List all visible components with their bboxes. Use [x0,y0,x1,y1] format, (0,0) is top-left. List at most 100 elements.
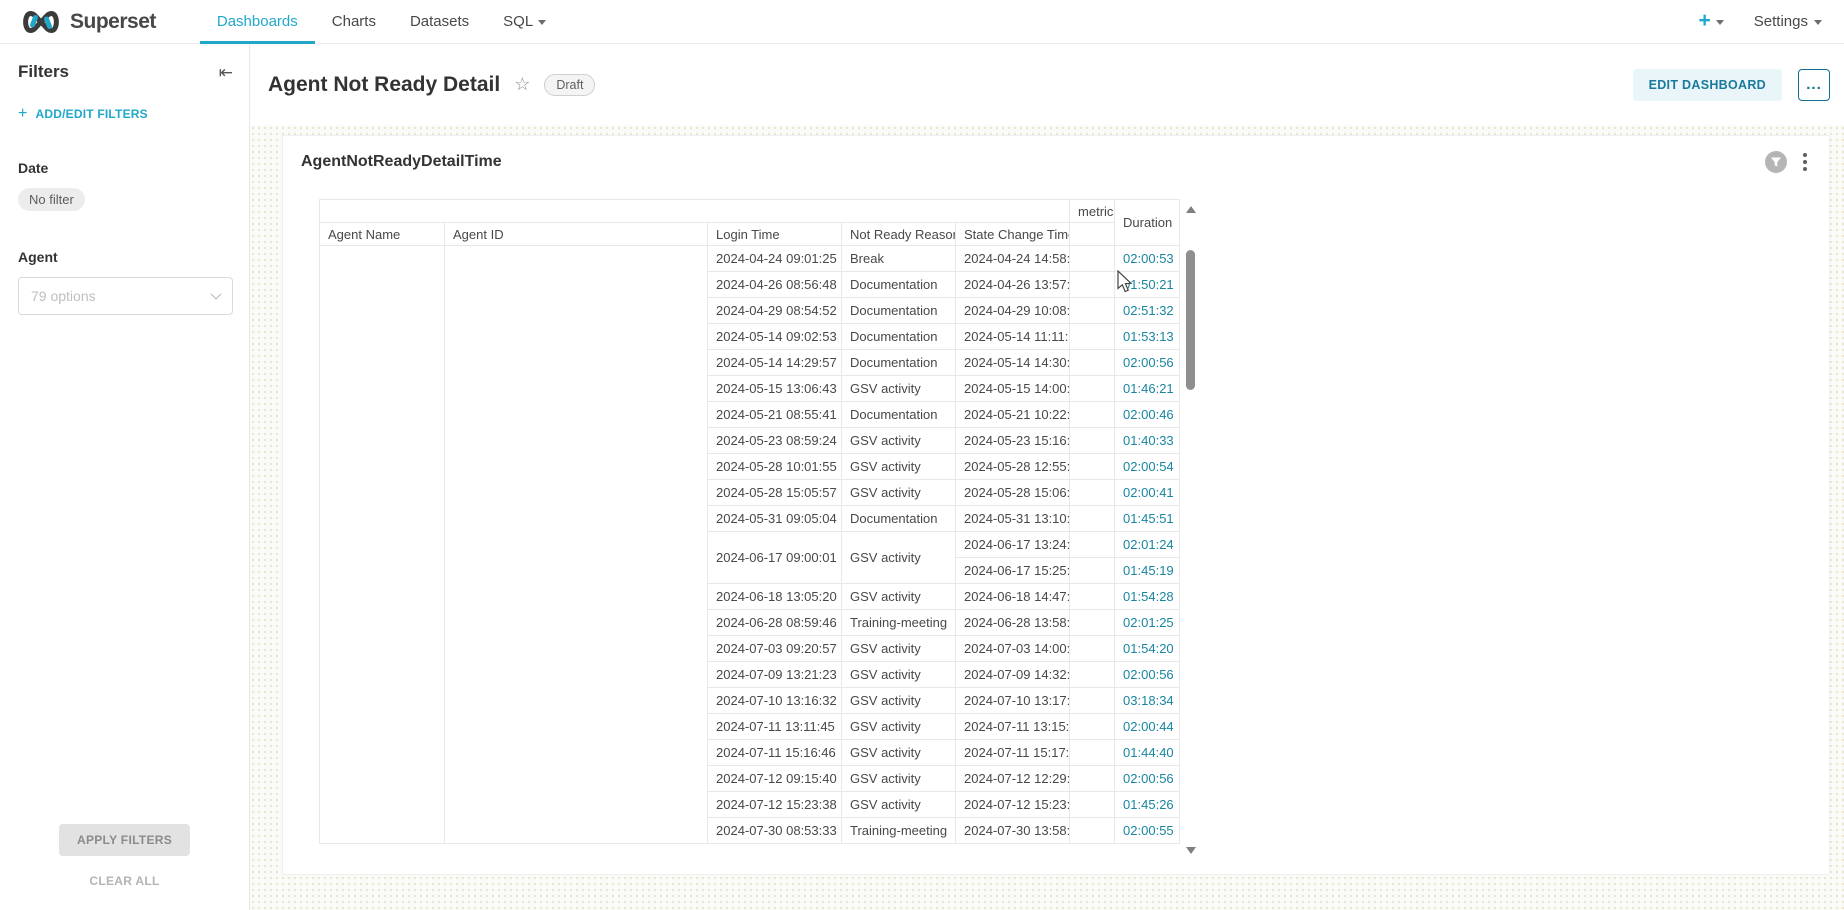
scrollbar-thumb[interactable] [1186,250,1195,390]
favorite-star-icon[interactable]: ☆ [514,74,530,95]
chart-card: AgentNotReadyDetailTime [282,135,1830,875]
duration-cell: 02:00:56 [1115,662,1180,688]
date-filter-group: Date No filter [18,160,233,211]
not-ready-reason-cell: GSV activity [842,532,956,584]
metric-header-row: metric Duration [320,200,1180,223]
page-title: Agent Not Ready Detail [268,73,500,97]
metric-spacer-cell [1070,714,1115,740]
not-ready-reason-cell: Training-meeting [842,818,956,844]
duration-cell: 01:45:19 [1115,558,1180,584]
clear-all-button[interactable]: CLEAR ALL [0,874,249,888]
col-header-login-time: Login Time [708,223,842,246]
date-filter-value-chip[interactable]: No filter [18,188,85,211]
login-time-cell: 2024-05-14 14:29:57 [708,350,842,376]
date-filter-label: Date [18,160,233,176]
chevron-down-icon [210,288,221,299]
login-time-cell: 2024-07-11 13:11:45 [708,714,842,740]
nav-tab-charts[interactable]: Charts [315,0,393,43]
not-ready-reason-cell: GSV activity [842,636,956,662]
not-ready-reason-cell: GSV activity [842,714,956,740]
duration-cell: 03:18:34 [1115,688,1180,714]
state-change-time-cell: 2024-07-12 12:29:44 [956,766,1070,792]
more-options-button[interactable]: ... [1798,69,1830,101]
not-ready-reason-cell: Documentation [842,402,956,428]
login-time-cell: 2024-05-28 15:05:57 [708,480,842,506]
metric-spacer-header [1070,223,1115,246]
duration-cell: 01:46:21 [1115,376,1180,402]
filter-indicator-icon[interactable] [1765,151,1787,173]
duration-cell: 01:54:20 [1115,636,1180,662]
duration-cell: 01:50:21 [1115,272,1180,298]
state-change-time-cell: 2024-07-03 14:00:30 [956,636,1070,662]
login-time-cell: 2024-05-31 09:05:04 [708,506,842,532]
login-time-cell: 2024-07-11 15:16:46 [708,740,842,766]
state-change-time-cell: 2024-05-15 14:00:54 [956,376,1070,402]
pivot-table-wrapper: metric Duration Agent Name Agent ID Logi… [319,199,1180,844]
metric-spacer-cell [1070,532,1115,558]
state-change-time-cell: 2024-06-17 15:25:25 [956,558,1070,584]
kebab-menu-icon[interactable] [1801,151,1809,173]
login-time-cell: 2024-04-26 08:56:48 [708,272,842,298]
login-time-cell: 2024-05-21 08:55:41 [708,402,842,428]
pivot-table: metric Duration Agent Name Agent ID Logi… [319,199,1180,844]
filters-sidebar: Filters ⇤ + ADD/EDIT FILTERS Date No fil… [0,44,250,910]
not-ready-reason-cell: Documentation [842,350,956,376]
state-change-time-cell: 2024-04-29 10:08:51 [956,298,1070,324]
not-ready-reason-cell: Break [842,246,956,272]
top-nav: Superset Dashboards Charts Datasets SQL … [0,0,1844,44]
login-time-cell: 2024-07-30 08:53:33 [708,818,842,844]
not-ready-reason-cell: GSV activity [842,454,956,480]
duration-cell: 01:45:26 [1115,792,1180,818]
duration-cell: 02:51:32 [1115,298,1180,324]
col-header-not-ready-reason: Not Ready Reason [842,223,956,246]
apply-filters-button[interactable]: APPLY FILTERS [59,824,190,856]
scroll-down-icon[interactable] [1186,847,1196,854]
metric-spacer-cell [1070,428,1115,454]
duration-cell: 02:00:44 [1115,714,1180,740]
superset-app: Superset Dashboards Charts Datasets SQL … [0,0,1844,910]
login-time-cell: 2024-06-17 09:00:01 [708,532,842,584]
metric-spacer-cell [1070,246,1115,272]
state-change-time-cell: 2024-05-31 13:10:05 [956,506,1070,532]
metric-spacer-cell [1070,558,1115,584]
settings-menu-button[interactable]: Settings [1754,13,1822,30]
plus-icon: + [1699,10,1711,31]
state-change-time-cell: 2024-05-28 12:55:32 [956,454,1070,480]
col-header-agent-id: Agent ID [445,223,708,246]
login-time-cell: 2024-07-12 15:23:38 [708,792,842,818]
state-change-time-cell: 2024-05-28 15:06:16 [956,480,1070,506]
agent-filter-placeholder: 79 options [31,288,96,304]
state-change-time-cell: 2024-07-09 14:32:25 [956,662,1070,688]
duration-cell: 02:00:54 [1115,454,1180,480]
infinity-logo-icon [20,8,62,36]
state-change-time-cell: 2024-07-12 15:23:57 [956,792,1070,818]
not-ready-reason-cell: Documentation [842,506,956,532]
header-corner-cell [320,200,1070,223]
not-ready-reason-cell: GSV activity [842,428,956,454]
metric-spacer-cell [1070,350,1115,376]
collapse-filter-panel-icon[interactable]: ⇤ [219,64,233,81]
edit-dashboard-button[interactable]: EDIT DASHBOARD [1633,69,1782,101]
not-ready-reason-cell: GSV activity [842,376,956,402]
chart-title: AgentNotReadyDetailTime [301,153,502,171]
state-change-time-cell: 2024-07-11 15:17:05 [956,740,1070,766]
agent-filter-select[interactable]: 79 options [18,277,233,315]
agent-name-group-cell [320,246,445,844]
metric-spacer-cell [1070,272,1115,298]
draft-status-badge: Draft [544,74,595,96]
table-scrollbar[interactable] [1183,204,1198,856]
scroll-up-icon[interactable] [1186,206,1196,213]
metric-group-header: metric [1070,200,1115,223]
login-time-cell: 2024-07-12 09:15:40 [708,766,842,792]
new-item-button[interactable]: + [1699,12,1724,31]
nav-tab-datasets[interactable]: Datasets [393,0,486,43]
superset-logo[interactable]: Superset [20,0,156,43]
not-ready-reason-cell: Documentation [842,272,956,298]
nav-tab-dashboards[interactable]: Dashboards [200,0,315,43]
nav-tab-sql[interactable]: SQL [486,0,563,43]
metric-spacer-cell [1070,376,1115,402]
metric-spacer-cell [1070,584,1115,610]
login-time-cell: 2024-06-18 13:05:20 [708,584,842,610]
add-edit-filters-button[interactable]: + ADD/EDIT FILTERS [18,106,233,122]
main-area: Agent Not Ready Detail ☆ Draft EDIT DASH… [250,44,1844,910]
